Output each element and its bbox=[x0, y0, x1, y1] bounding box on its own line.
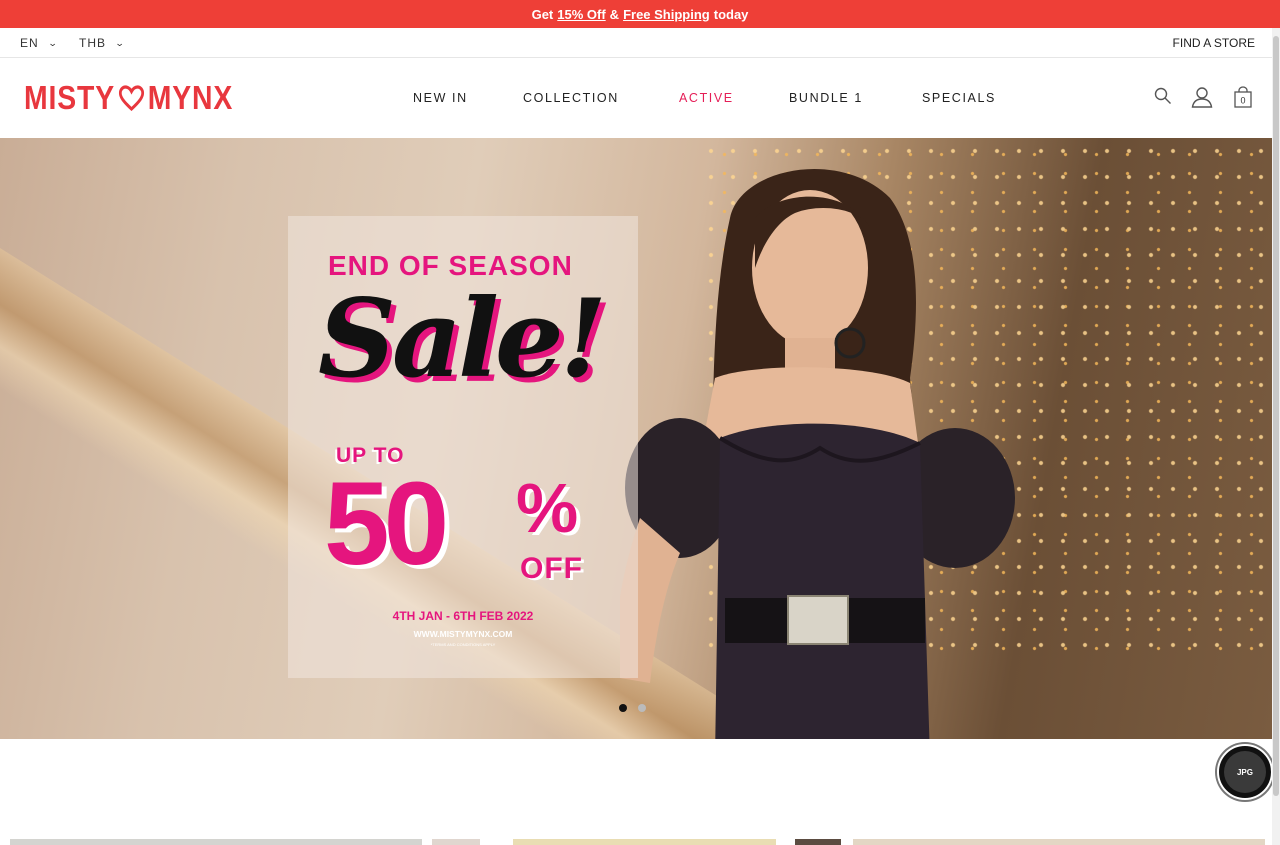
nav-new-in[interactable]: NEW IN bbox=[413, 91, 468, 105]
promo-percent-sign: % bbox=[516, 469, 579, 547]
find-store-link[interactable]: FIND A STORE bbox=[1173, 36, 1255, 50]
carousel-dots bbox=[619, 704, 646, 712]
account-icon[interactable] bbox=[1191, 86, 1213, 113]
free-shipping-link[interactable]: Free Shipping bbox=[623, 7, 710, 22]
cart-count: 0 bbox=[1240, 96, 1245, 106]
promo-dates: 4TH JAN - 6TH FEB 2022 bbox=[392, 609, 534, 623]
promo-suffix: today bbox=[713, 6, 749, 22]
promo-url: WWW.MISTYMYNX.COM bbox=[413, 629, 513, 639]
product-tile-1[interactable] bbox=[10, 839, 422, 845]
model-photo bbox=[620, 169, 1015, 739]
promo-off: OFF bbox=[520, 552, 583, 585]
nav-collection[interactable]: COLLECTION bbox=[523, 91, 619, 105]
currency-value: THB bbox=[79, 36, 106, 50]
logo-text-right: MYNX bbox=[147, 79, 234, 116]
promo-bar: Get 15% Off & Free Shipping today bbox=[0, 0, 1280, 28]
nav-specials[interactable]: SPECIALS bbox=[922, 91, 996, 105]
cart-icon[interactable]: 0 bbox=[1234, 86, 1252, 113]
chat-bubble-icon: JPG bbox=[1224, 751, 1266, 793]
utility-bar: EN ⌄ THB ⌄ FIND A STORE bbox=[0, 28, 1272, 58]
sale-promo-card: END OF SEASON Sale! UP TO 50 % OFF 4TH J… bbox=[288, 216, 638, 678]
scrollbar-thumb[interactable] bbox=[1273, 36, 1279, 796]
brand-logo[interactable]: MISTY MYNX bbox=[24, 81, 233, 115]
discount-link[interactable]: 15% Off bbox=[557, 7, 605, 22]
chat-widget-button[interactable]: JPG bbox=[1217, 744, 1273, 800]
promo-prefix: Get bbox=[531, 6, 554, 22]
currency-selector[interactable]: THB ⌄ bbox=[79, 36, 125, 50]
nav-active[interactable]: ACTIVE bbox=[679, 91, 734, 105]
language-value: EN bbox=[20, 36, 39, 50]
language-selector[interactable]: EN ⌄ bbox=[20, 36, 57, 50]
chevron-down-icon: ⌄ bbox=[47, 37, 59, 48]
search-icon[interactable] bbox=[1154, 87, 1172, 110]
nav-bundle-1[interactable]: BUNDLE 1 bbox=[789, 91, 863, 105]
page-scrollbar[interactable] bbox=[1272, 28, 1280, 845]
hero-banner[interactable]: END OF SEASON Sale! UP TO 50 % OFF 4TH J… bbox=[0, 138, 1275, 739]
promo-terms: *TERMS AND CONDITIONS APPLY bbox=[430, 642, 496, 647]
logo-text-left: MISTY bbox=[24, 79, 116, 116]
promo-percent-number: 50 bbox=[324, 458, 449, 590]
carousel-dot-1[interactable] bbox=[619, 704, 627, 712]
product-tile-3[interactable] bbox=[513, 839, 776, 845]
promo-amp: & bbox=[609, 6, 620, 22]
carousel-dot-2[interactable] bbox=[638, 704, 646, 712]
site-header: MISTY MYNX NEW IN COLLECTION ACTIVE BUND… bbox=[0, 58, 1272, 138]
product-tile-2[interactable] bbox=[432, 839, 480, 845]
chat-widget-label: JPG bbox=[1236, 767, 1253, 777]
product-tile-4[interactable] bbox=[795, 839, 841, 845]
heart-icon bbox=[118, 85, 144, 111]
promo-sale-script: Sale! bbox=[318, 276, 607, 402]
product-tile-5[interactable] bbox=[853, 839, 1265, 845]
chevron-down-icon: ⌄ bbox=[114, 37, 126, 48]
